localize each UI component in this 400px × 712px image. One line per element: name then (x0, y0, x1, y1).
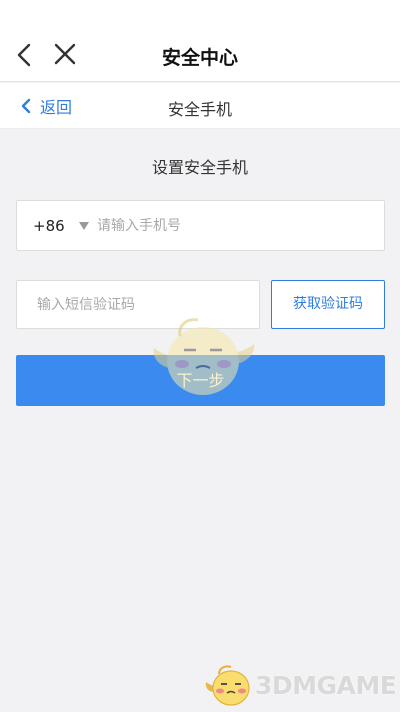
phone-input[interactable] (97, 217, 384, 234)
watermark-mascot-icon (153, 318, 255, 402)
sub-navigation-bar: 返回 安全手机 (0, 83, 400, 129)
phone-field: +86 (16, 200, 385, 251)
caret-down-icon[interactable] (79, 221, 89, 230)
country-code-select[interactable]: +86 (33, 217, 77, 235)
watermark-mascot-icon (205, 665, 250, 706)
top-navigation-bar: 安全中心 (0, 0, 400, 82)
section-title: 安全手机 (167, 100, 232, 119)
get-code-button[interactable]: 获取验证码 (271, 280, 385, 329)
watermark-text: 3DMGAME (255, 671, 397, 700)
page-title: 安全中心 (161, 47, 238, 69)
form-heading: 设置安全手机 (151, 158, 248, 177)
watermark: 3DMGAME (205, 660, 397, 710)
